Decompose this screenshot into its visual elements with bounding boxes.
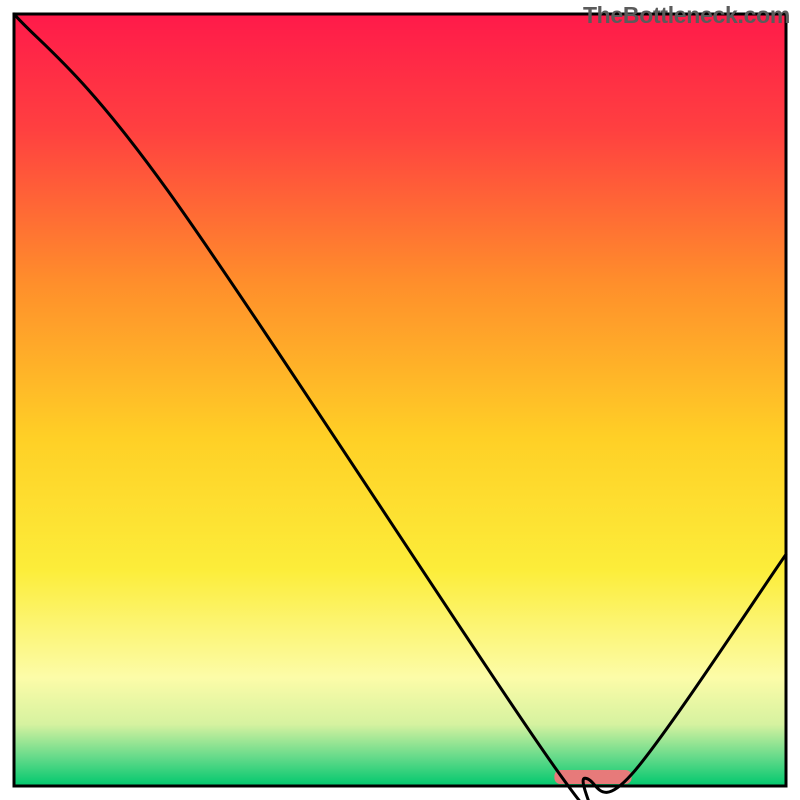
watermark-text: TheBottleneck.com [583, 2, 790, 29]
bottleneck-chart [0, 0, 800, 800]
chart-background [14, 14, 786, 786]
chart-container: TheBottleneck.com [0, 0, 800, 800]
